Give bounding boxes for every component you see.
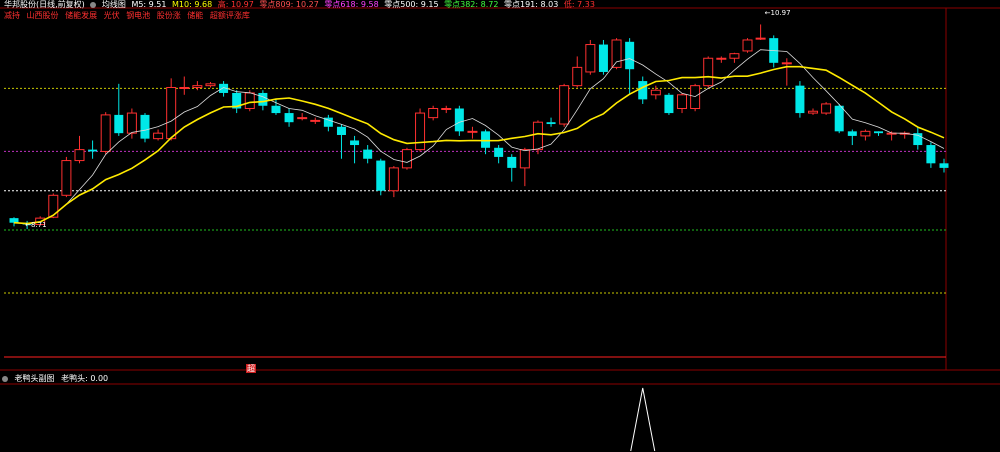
fib191-value: 零点191: 8.03 <box>504 0 559 9</box>
low-value: 低: 7.33 <box>563 0 595 9</box>
candle-body <box>74 149 85 162</box>
candle-body <box>650 89 661 96</box>
candle-body <box>244 92 255 109</box>
candle-body <box>519 149 530 169</box>
candle-body <box>847 131 857 136</box>
legend-item: 储能发展 <box>65 11 98 20</box>
candle-body <box>61 160 72 196</box>
candle-body <box>126 112 137 134</box>
candle-body <box>821 103 832 114</box>
fib809-value: 零点809: 10.27 <box>259 0 319 9</box>
candle-body <box>114 114 124 134</box>
candle-body <box>48 194 59 218</box>
candle-body <box>664 94 674 114</box>
sub-panel-value: 老鸭头: 0.00 <box>61 374 109 383</box>
chart-canvas <box>0 7 1000 452</box>
candle-body <box>350 140 360 146</box>
candle-body <box>585 44 596 73</box>
candle-body <box>153 132 164 140</box>
candle-body <box>703 57 714 87</box>
legend-item: 山西股份 <box>26 11 59 20</box>
candle-body <box>205 83 216 87</box>
candle-body <box>611 39 622 68</box>
fib500-value: 零点500: 9.15 <box>384 0 439 9</box>
candle-body <box>494 147 504 157</box>
candle-body <box>284 113 294 123</box>
candle-body <box>926 145 936 164</box>
candle-body <box>808 110 819 114</box>
candle-body <box>532 121 543 151</box>
candle-body <box>559 85 570 125</box>
high-marker-label: ←10.97 <box>764 9 791 17</box>
sub-signal-line <box>630 387 656 452</box>
candle-body <box>388 167 399 192</box>
candle-body <box>441 107 452 110</box>
candle-body <box>310 119 321 122</box>
settings-icon[interactable] <box>90 1 97 8</box>
settings-icon[interactable] <box>2 375 8 382</box>
candle-body <box>363 149 373 159</box>
fib618-value: 零点618: 9.58 <box>324 0 379 9</box>
candle-body <box>88 149 98 152</box>
candle-body <box>401 149 412 169</box>
candle-body <box>598 44 608 72</box>
stock-name: 华邦股份(日线,前复权) <box>4 0 85 9</box>
candle-body <box>834 105 844 132</box>
fib382-value: 零点382: 8.72 <box>444 0 499 9</box>
signal-badge: 超 <box>246 364 256 373</box>
candle-body <box>100 114 111 152</box>
candle-body <box>507 156 517 168</box>
price-header: 华邦股份(日线,前复权) 均线图 M5: 9.51 M10: 9.68 高: 1… <box>4 0 598 10</box>
candle-body <box>742 39 753 52</box>
candle-body <box>546 122 556 125</box>
low-marker-label: ←8.71 <box>25 221 47 229</box>
ma5-value: M5: 9.51 <box>131 0 167 9</box>
legend-item: 减持 <box>4 11 20 20</box>
candle-body <box>939 163 949 168</box>
legend-item: 钢电池 <box>126 11 151 20</box>
candle-body <box>297 117 308 120</box>
sub-panel-title[interactable]: 老鸭头副图 <box>15 374 55 383</box>
high-value: 高: 10.97 <box>217 0 254 9</box>
chart-frame <box>0 7 1000 385</box>
candle-body <box>336 126 346 135</box>
candle-body <box>638 81 648 100</box>
ma10-line <box>13 65 945 225</box>
sub-panel-header: 老鸭头副图 老鸭头: 0.00 <box>2 374 112 384</box>
candle-body <box>140 114 150 139</box>
candle-body <box>677 94 688 109</box>
legend-row: 减持 山西股份 储能发展 光伏 钢电池 股份涨 储能 超额评涨库 <box>4 11 254 21</box>
candle-body <box>454 108 464 132</box>
candlesticks[interactable] <box>9 24 949 230</box>
candle-body <box>729 53 740 59</box>
candle-body <box>9 218 19 223</box>
sub-panel-plot <box>630 387 656 452</box>
candle-body <box>258 92 268 106</box>
candle-body <box>625 41 635 70</box>
indicator-name[interactable]: 均线图 <box>102 0 126 9</box>
candle-body <box>572 66 583 87</box>
candle-body <box>271 105 281 114</box>
candle-body <box>860 130 871 137</box>
legend-item: 储能 <box>187 11 204 20</box>
candle-body <box>481 131 491 148</box>
candle-body <box>781 62 792 65</box>
candle-body <box>179 86 190 89</box>
candle-body <box>192 85 203 88</box>
candle-body <box>874 131 884 134</box>
candle-body <box>428 107 439 119</box>
candle-body <box>415 112 426 151</box>
candle-body <box>690 85 701 109</box>
candle-body <box>716 57 727 60</box>
ma10-value: M10: 9.68 <box>172 0 213 9</box>
candle-body <box>795 85 805 114</box>
legend-item: 光伏 <box>103 11 120 20</box>
legend-item: 股份涨 <box>156 11 181 20</box>
candle-body <box>376 160 386 191</box>
candle-body <box>755 37 766 40</box>
candle-body <box>467 130 478 133</box>
candle-body <box>166 86 177 140</box>
legend-item: 超额评涨库 <box>209 11 250 20</box>
